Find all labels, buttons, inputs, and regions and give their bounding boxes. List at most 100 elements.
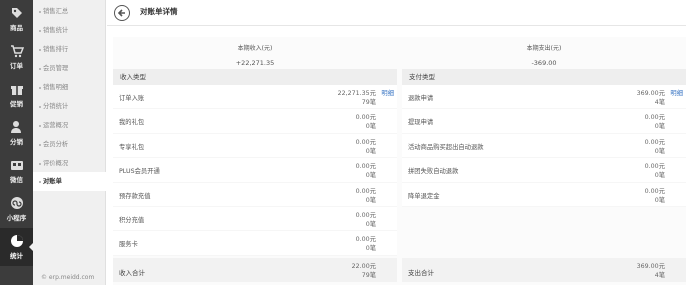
bullet-icon	[39, 68, 41, 70]
arrow-left-icon	[117, 9, 125, 17]
total-count: 79笔	[361, 272, 376, 279]
income-total-row: 收入合计 22.00元 79笔	[113, 258, 397, 282]
subnav-item-label: 销售统计	[43, 27, 69, 34]
rail-item-goods[interactable]: 商品	[0, 0, 33, 38]
row-name: 服务卡	[119, 241, 138, 249]
rail-item-orders[interactable]: 订单	[0, 38, 33, 76]
row-name: 退款申请	[408, 95, 434, 102]
miniprogram-icon	[10, 197, 23, 209]
statement-panel: 本期收入(元) +22,271.35 本期支出(元) -369.00 收入类型 …	[113, 37, 686, 285]
rail-item-wechat[interactable]: 微信	[0, 152, 33, 190]
row-count: 79笔	[361, 99, 376, 106]
bullet-icon	[39, 106, 41, 108]
subnav-item-label: 运营概况	[43, 122, 69, 129]
row-name: 预存款充值	[119, 192, 151, 200]
row-name: 提现申请	[408, 119, 434, 127]
row-name: 专享礼包	[119, 143, 145, 151]
row-amount: 0.00元	[355, 187, 376, 195]
bullet-icon	[39, 87, 41, 89]
subnav-item-label: 会员管理	[43, 65, 69, 72]
subnav-item[interactable]: 评价概况	[33, 154, 106, 173]
row-name: 订单入账	[119, 95, 145, 102]
row-count: 0笔	[654, 196, 665, 204]
subnav-item[interactable]: 销售明细	[33, 78, 106, 97]
bullet-icon	[39, 163, 41, 165]
bullet-icon	[39, 181, 41, 183]
table-row: PLUS会员开通 0.00元 0笔	[113, 158, 397, 183]
rail-item-stats[interactable]: 统计	[0, 228, 34, 266]
bullet-icon	[39, 125, 41, 127]
tag-icon	[11, 8, 22, 18]
income-summary: 本期收入(元) +22,271.35	[113, 43, 397, 67]
rail-item-promo[interactable]: 促销	[0, 76, 33, 114]
row-name: PLUS会员开通	[119, 168, 160, 176]
page-header: 对账单详情	[107, 0, 686, 26]
copyright-footer: © erp.meidd.com	[41, 274, 95, 281]
back-button[interactable]	[114, 5, 130, 21]
wechat-icon	[10, 161, 23, 170]
income-summary-value: +22,271.35	[235, 59, 275, 67]
subnav-item-label: 对账单	[43, 178, 62, 185]
subnav-item[interactable]: 会员管理	[33, 59, 106, 78]
detail-link[interactable]: 明细	[670, 88, 683, 97]
main-nav-rail: 商品 订单 促销 分销 微信 小程序 统计	[0, 0, 34, 285]
subnav-item[interactable]: 销售排行	[33, 40, 106, 59]
row-name: 积分充值	[119, 216, 145, 224]
income-table-header: 收入类型	[113, 69, 397, 85]
table-row: 退款申请 369.00元 4笔 明细	[402, 85, 686, 110]
subnav-item[interactable]: 会员分析	[33, 135, 106, 154]
expense-total-row: 支出合计 369.00元 4笔	[402, 258, 686, 282]
row-amount: 0.00元	[644, 187, 665, 195]
table-row: 提现申请 0.00元 0笔	[402, 109, 686, 134]
row-count: 0笔	[365, 123, 376, 131]
subnav-item-label: 销售汇总	[43, 8, 69, 15]
row-amount: 0.00元	[644, 163, 665, 171]
user-icon	[10, 121, 21, 133]
row-count: 0笔	[654, 123, 665, 131]
row-amount: 369.00元	[636, 90, 665, 97]
rail-item-distribution[interactable]: 分销	[0, 114, 33, 152]
detail-link[interactable]: 明细	[381, 88, 394, 97]
expense-summary-label: 本期支出(元)	[526, 45, 562, 52]
gift-icon	[10, 86, 23, 95]
rail-item-label: 商品	[10, 24, 23, 32]
row-name: 活动商品购买超出自动退款	[408, 143, 484, 151]
table-row: 积分充值 0.00元 0笔	[113, 206, 397, 232]
row-amount: 22,271.35元	[337, 90, 376, 97]
subnav-item-label: 销售排行	[43, 46, 69, 53]
table-row: 专享礼包 0.00元 0笔	[113, 133, 397, 159]
subnav-item-label: 分销统计	[43, 103, 69, 110]
main-content: 对账单详情 本期收入(元) +22,271.35 本期支出(元) -369.00…	[107, 0, 686, 285]
total-amount: 369.00元	[636, 263, 665, 270]
income-summary-label: 本期收入(元)	[237, 45, 273, 52]
row-count: 0笔	[365, 172, 376, 180]
rail-item-label: 订单	[10, 62, 23, 70]
row-amount: 0.00元	[355, 114, 376, 122]
subnav-item[interactable]: 销售汇总	[33, 2, 106, 21]
table-row: 我的礼包 0.00元 0笔	[113, 109, 397, 134]
total-label: 收入合计	[119, 269, 145, 277]
subnav-item[interactable]: 销售统计	[33, 21, 106, 40]
table-row: 预存款充值 0.00元 0笔	[113, 182, 397, 207]
total-amount: 22.00元	[351, 263, 376, 270]
income-table: 收入类型 订单入账 22,271.35元 79笔 明细 我的礼包 0.00元 0…	[113, 69, 397, 256]
bullet-icon	[39, 30, 41, 32]
expense-summary-value: -369.00	[531, 59, 557, 67]
table-row: 降单退定金 0.00元 0笔	[402, 182, 686, 207]
subnav-item-label: 会员分析	[43, 141, 69, 148]
table-row: 服务卡 0.00元 0笔	[113, 231, 397, 256]
rail-item-miniprogram[interactable]: 小程序	[0, 190, 33, 228]
subnav-item[interactable]: 运营概况	[33, 116, 106, 135]
subnav-item[interactable]: 分销统计	[33, 97, 106, 116]
bullet-icon	[39, 11, 41, 13]
rail-item-label: 分销	[10, 138, 23, 146]
rail-item-label: 促销	[10, 100, 23, 108]
total-count: 4笔	[654, 272, 665, 279]
row-count: 0笔	[365, 196, 376, 204]
table-row: 活动商品购买超出自动退款 0.00元 0笔	[402, 133, 686, 159]
row-name: 我的礼包	[119, 119, 145, 127]
row-name: 拼团失败自动退款	[408, 168, 459, 176]
subnav-item-statement[interactable]: 对账单	[33, 172, 107, 191]
rail-item-label: 小程序	[6, 214, 27, 222]
row-amount: 0.00元	[355, 236, 376, 244]
